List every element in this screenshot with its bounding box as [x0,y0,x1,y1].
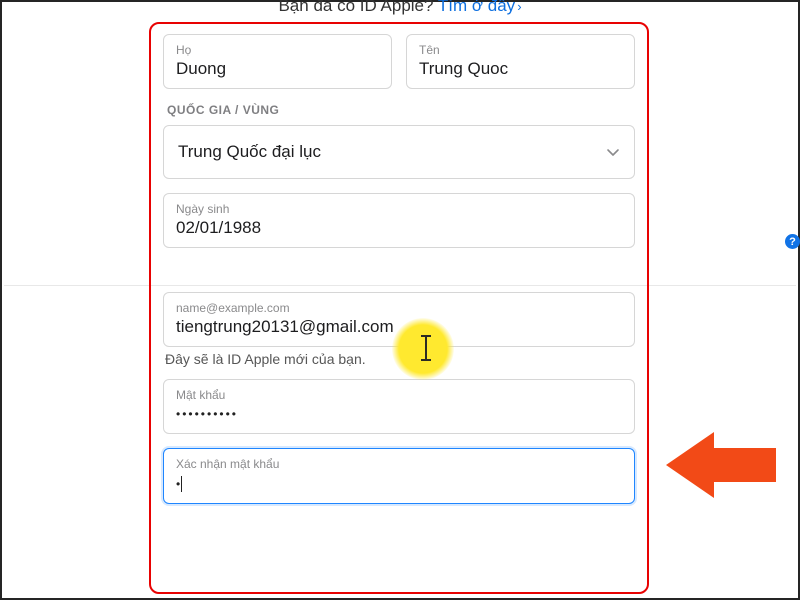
confirm-password-value: • [176,472,622,495]
highlight-box: Họ Duong Tên Trung Quoc QUỐC GIA / VÙNG … [149,22,649,594]
last-name-field[interactable]: Họ Duong [163,34,392,89]
signin-prompt-text: Bạn đã có ID Apple? [278,0,433,15]
password-value: •••••••••• [176,403,622,425]
email-value: tiengtrung20131@gmail.com [176,316,622,338]
first-name-label: Tên [419,43,622,57]
email-helper-text: Đây sẽ là ID Apple mới của bạn. [165,351,635,367]
email-placeholder: name@example.com [176,301,622,315]
chevron-down-icon [606,145,620,159]
confirm-password-label: Xác nhận mật khẩu [176,457,622,471]
region-select[interactable]: Trung Quốc đại lục [163,125,635,179]
password-field[interactable]: Mật khẩu •••••••••• [163,379,635,434]
password-label: Mật khẩu [176,388,622,402]
chevron-right-icon: › [517,0,521,14]
help-icon[interactable]: ? [785,234,800,249]
attention-arrow-icon [666,432,776,498]
last-name-label: Họ [176,43,379,57]
region-section-label: QUỐC GIA / VÙNG [167,103,635,117]
dob-value: 02/01/1988 [176,217,622,239]
find-here-link[interactable]: Tìm ở đây [438,0,515,15]
last-name-value: Duong [176,58,379,80]
region-value: Trung Quốc đại lục [178,142,321,162]
dob-label: Ngày sinh [176,202,622,216]
email-field[interactable]: name@example.com tiengtrung20131@gmail.c… [163,292,635,347]
first-name-field[interactable]: Tên Trung Quoc [406,34,635,89]
screenshot-frame: Bạn đã có ID Apple? Tìm ở đây› Họ Duong … [0,0,800,600]
dob-field[interactable]: Ngày sinh 02/01/1988 [163,193,635,248]
confirm-password-field[interactable]: Xác nhận mật khẩu • [163,448,635,504]
text-caret [181,476,182,492]
first-name-value: Trung Quoc [419,58,622,80]
signin-prompt: Bạn đã có ID Apple? Tìm ở đây› [2,0,798,16]
